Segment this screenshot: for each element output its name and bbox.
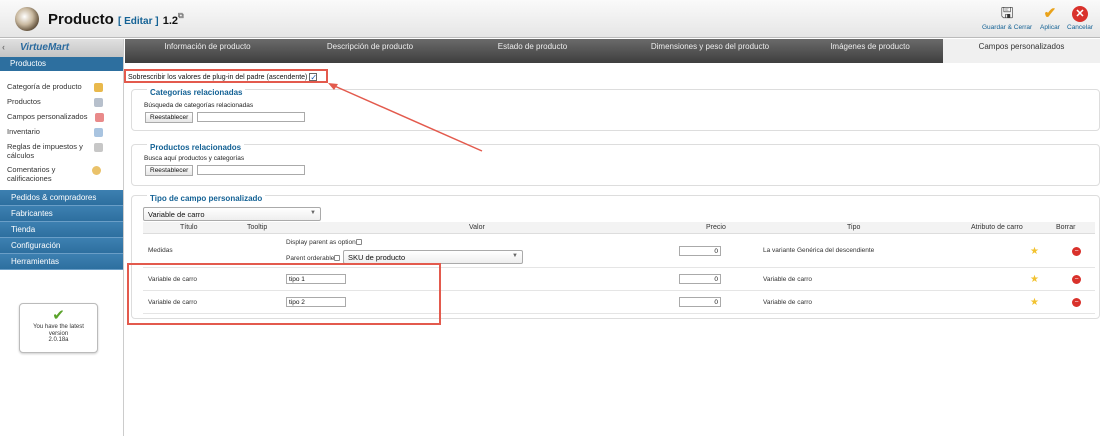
custom-field-title: Tipo de campo personalizado bbox=[147, 194, 266, 203]
tab-product-images[interactable]: Imágenes de producto bbox=[790, 39, 950, 57]
chevron-down-icon: ▼ bbox=[310, 210, 316, 216]
star-icon[interactable]: ★ bbox=[1030, 297, 1039, 308]
related-products-title: Productos relacionados bbox=[147, 143, 245, 152]
related-products-reset-button[interactable]: Reestablecer bbox=[145, 165, 194, 176]
display-parent-option[interactable]: Display parent as option bbox=[286, 239, 362, 246]
custom-fields-table-header bbox=[143, 222, 1095, 234]
collapse-arrow-icon[interactable]: ‹ bbox=[2, 42, 5, 52]
row-type: Variable de carro bbox=[763, 276, 813, 283]
sidebar-item-product-category[interactable]: Categoría de producto bbox=[0, 82, 123, 97]
star-icon[interactable]: ★ bbox=[1030, 274, 1039, 285]
related-categories-search-label: Búsqueda de categorías relacionadas bbox=[144, 102, 254, 109]
tab-custom-fields[interactable]: Campos personalizados bbox=[943, 39, 1100, 63]
col-header-tooltip: Tooltip bbox=[247, 224, 268, 231]
puzzle-icon bbox=[95, 113, 104, 122]
sidebar-item-inventory[interactable]: Inventario bbox=[0, 127, 123, 142]
checkmark-icon: ✔ bbox=[52, 307, 65, 324]
price-input[interactable]: 0 bbox=[679, 297, 721, 307]
calculator-icon bbox=[94, 143, 103, 152]
sidebar-section-shop[interactable]: Tienda bbox=[0, 222, 123, 238]
sidebar: ‹ VirtueMart Productos Categoría de prod… bbox=[0, 39, 124, 436]
star-icon[interactable]: ★ bbox=[1030, 246, 1039, 257]
row-type: La variante Genérica del descendiente bbox=[763, 247, 875, 254]
col-header-type: Tipo bbox=[847, 224, 861, 231]
related-categories-reset-button[interactable]: Reestablecer bbox=[145, 112, 194, 123]
sidebar-item-reviews[interactable]: Comentarios y calificaciones bbox=[0, 165, 123, 185]
sidebar-section-productos[interactable]: Productos bbox=[0, 57, 123, 71]
related-products-panel: Productos relacionados Busca aquí produc… bbox=[131, 143, 1100, 186]
edit-label: [ Editar ] bbox=[118, 16, 159, 27]
related-categories-search-input[interactable] bbox=[197, 112, 305, 122]
apply-button[interactable]: ✔ Aplicar bbox=[1040, 5, 1060, 32]
col-header-value: Valor bbox=[469, 224, 485, 231]
tab-dimensions-weight[interactable]: Dimensiones y peso del producto bbox=[615, 39, 805, 57]
col-header-title: Título bbox=[180, 224, 198, 231]
sidebar-section-tools[interactable]: Herramientas bbox=[0, 254, 123, 270]
save-close-button[interactable]: 🖫 Guardar & Cerrar bbox=[982, 5, 1032, 32]
chevron-down-icon: ▼ bbox=[512, 253, 518, 259]
page-title: Producto [ Editar ] 1.2⧉ bbox=[48, 11, 184, 28]
annotation-box bbox=[127, 263, 441, 325]
sidebar-section-configuration[interactable]: Configuración bbox=[0, 238, 123, 254]
cancel-circle-icon: ✕ bbox=[1072, 6, 1088, 22]
box-icon bbox=[94, 98, 103, 107]
related-products-search-label: Busca aquí productos y categorías bbox=[144, 155, 245, 162]
custom-field-type-select[interactable]: Variable de carro ▼ bbox=[143, 207, 321, 221]
tab-product-info[interactable]: Información de producto bbox=[130, 39, 285, 57]
parent-orderable-checkbox[interactable] bbox=[334, 255, 341, 261]
delete-icon[interactable]: − bbox=[1072, 275, 1081, 284]
col-header-price: Precio bbox=[706, 224, 726, 231]
row-type: Variable de carro bbox=[763, 299, 813, 306]
sidebar-item-custom-fields[interactable]: Campos personalizados bbox=[0, 112, 123, 127]
main-content: Información de producto Descripción de p… bbox=[124, 39, 1100, 436]
sku-select[interactable]: SKU de producto ▼ bbox=[343, 250, 523, 264]
price-input[interactable]: 0 bbox=[679, 274, 721, 284]
version-status-box: ✔ You have the latest version 2.0.18a bbox=[19, 303, 98, 353]
col-header-delete: Borrar bbox=[1056, 224, 1076, 231]
cancel-button[interactable]: ✕ Cancelar bbox=[1067, 6, 1093, 31]
sidebar-section-manufacturers[interactable]: Fabricantes bbox=[0, 206, 123, 222]
related-categories-panel: Categorías relacionadas Búsqueda de cate… bbox=[131, 88, 1100, 131]
delete-icon[interactable]: − bbox=[1072, 247, 1081, 256]
sidebar-item-tax-rules[interactable]: Reglas de impuestos y cálculos bbox=[0, 142, 123, 162]
folder-icon bbox=[94, 83, 103, 92]
version-label: 1.2 bbox=[162, 15, 179, 27]
related-categories-title: Categorías relacionadas bbox=[147, 88, 246, 97]
chart-icon bbox=[94, 128, 103, 137]
checkmark-icon: ✔ bbox=[1043, 5, 1057, 22]
tab-bar: Información de producto Descripción de p… bbox=[125, 39, 1100, 63]
price-input[interactable]: 0 bbox=[679, 246, 721, 256]
sidebar-section-orders[interactable]: Pedidos & compradores bbox=[0, 190, 123, 206]
sidebar-item-products[interactable]: Productos bbox=[0, 97, 123, 112]
col-header-cart-attribute: Atributo de carro bbox=[971, 224, 1023, 231]
delete-icon[interactable]: − bbox=[1072, 298, 1081, 307]
display-parent-checkbox[interactable] bbox=[355, 239, 362, 245]
joomla-logo-icon bbox=[15, 7, 39, 31]
external-link-icon[interactable]: ⧉ bbox=[178, 11, 184, 20]
parent-orderable-option[interactable]: Parent orderable bbox=[286, 255, 341, 262]
annotation-box bbox=[124, 69, 328, 83]
tab-product-description[interactable]: Descripción de producto bbox=[295, 39, 445, 57]
row-title: Medidas bbox=[148, 247, 173, 254]
comment-icon bbox=[92, 166, 101, 175]
virtuemart-logo: ‹ VirtueMart bbox=[0, 39, 123, 57]
tab-product-status[interactable]: Estado de producto bbox=[460, 39, 605, 57]
related-products-search-input[interactable] bbox=[197, 165, 305, 175]
floppy-disk-icon: 🖫 bbox=[1000, 5, 1014, 22]
toolbar: Producto [ Editar ] 1.2⧉ 🖫 Guardar & Cer… bbox=[0, 0, 1100, 38]
